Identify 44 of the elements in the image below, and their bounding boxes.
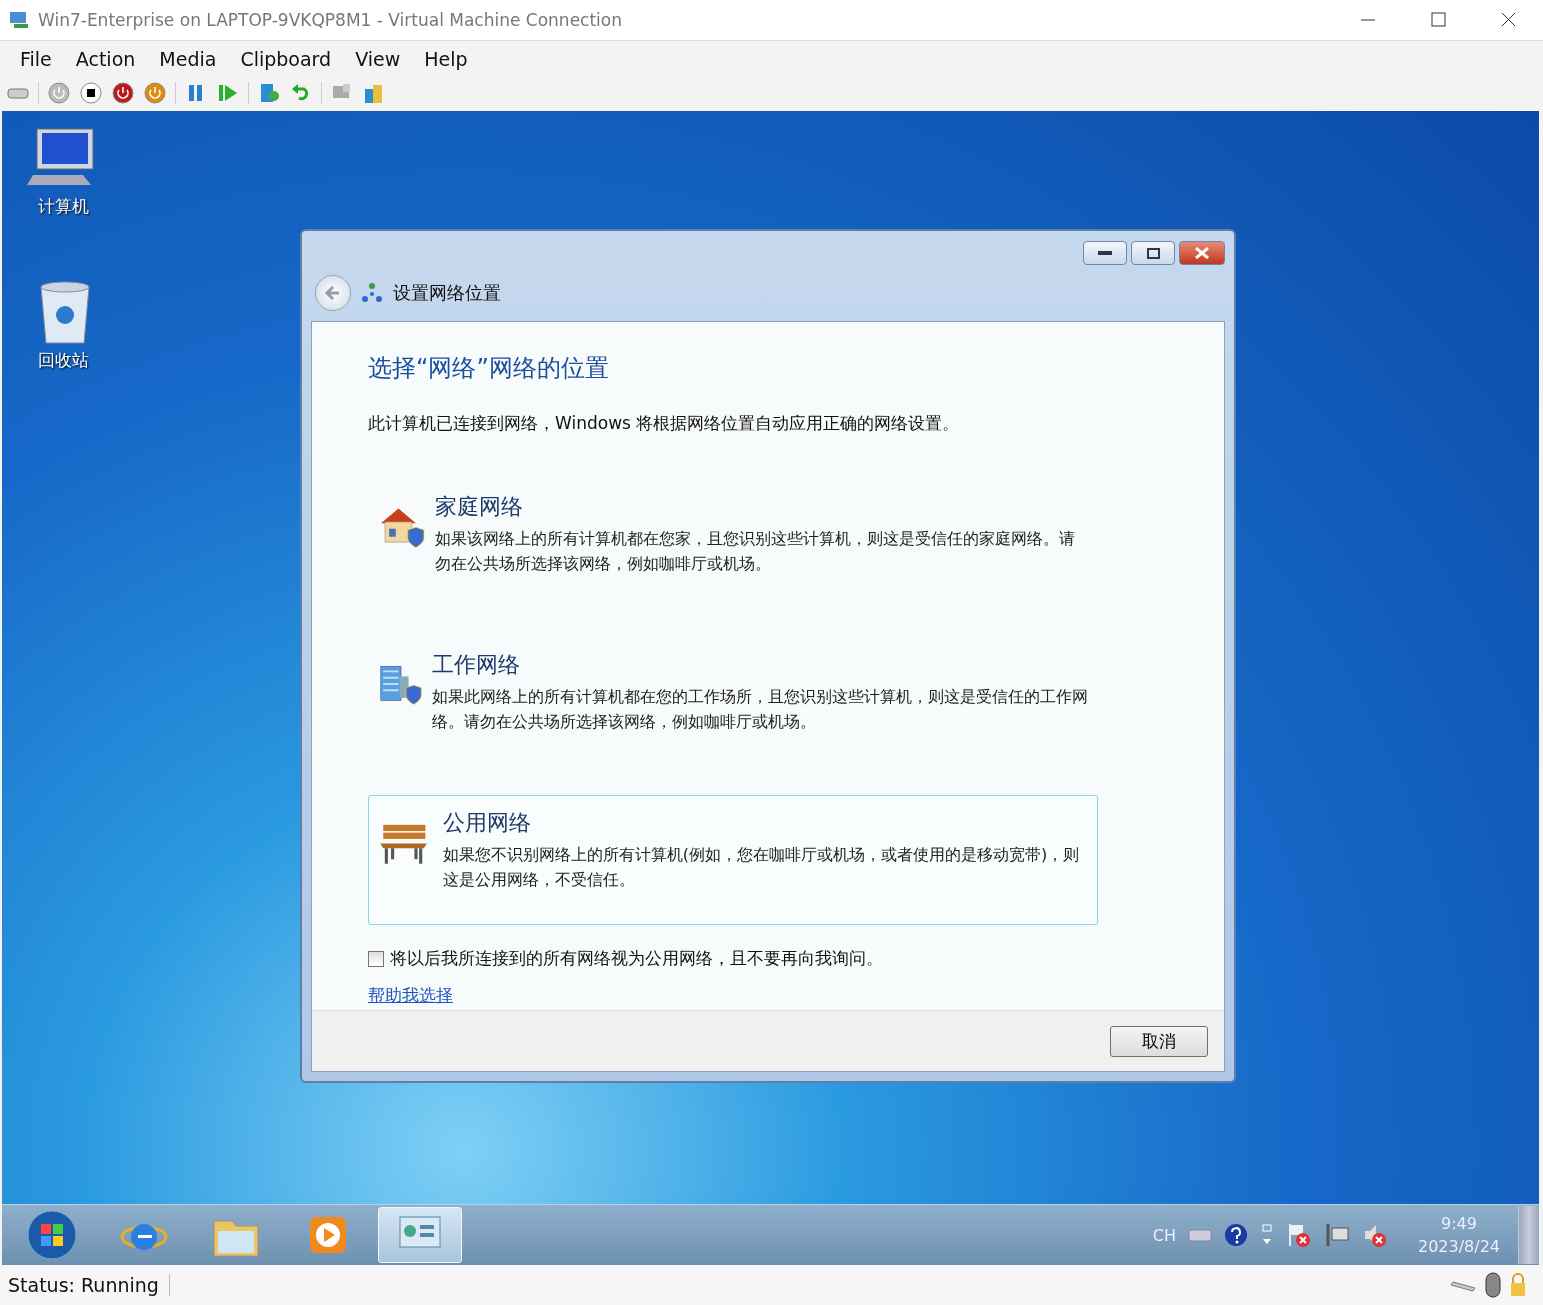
menu-item[interactable]: File [8,48,64,70]
stop-icon[interactable] [79,81,103,105]
close-button[interactable] [1179,241,1225,265]
checkbox[interactable] [368,950,384,967]
back-button[interactable] [315,275,351,311]
desktop-icon-label[interactable]: 计算机 [37,195,89,218]
option-title: 家庭网络 [434,493,524,521]
minimize-button[interactable] [1083,241,1127,265]
option-title: 公用网络 [442,809,532,837]
option-description: 如果此网络上的所有计算机都在您的工作场所，且您识别这些计算机，则这是受信任的工作网络。请勿在公共场所选择该网络，例如咖啡厅或机场。 [431,686,1089,733]
vm-app-icon [8,10,30,30]
desktop-icon-label[interactable]: 回收站 [37,349,89,372]
mouse-icon [1485,1272,1501,1298]
menu-item[interactable]: Clipboard [228,48,344,70]
help-link[interactable]: 帮助我选择 [368,984,453,1007]
network-option[interactable]: 家庭网络 如果该网络上的所有计算机都在您家，且您识别这些计算机，则这是受信任的家庭网络。请勿在公共场所选择该网络，例如咖啡厅或机场。 [368,479,1098,609]
taskbar-button[interactable] [378,1207,462,1263]
window-title: Win7-Enterprise on LAPTOP-9VKQP8M1 - Virtual Machine Connection [38,10,623,30]
help-icon[interactable] [1223,1223,1248,1247]
close-icon [1195,247,1209,259]
menu-item[interactable]: Action [63,48,148,70]
menu-item[interactable]: View [343,48,413,70]
minimize-icon [1098,251,1112,255]
dialog-heading: 选择“网络”网络的位置 [368,353,610,384]
network-icon [361,282,383,304]
maximize-button[interactable] [1131,241,1175,265]
checkbox-label[interactable]: 将以后我所连接到的所有网络视为公用网络，且不要再向我询问。 [390,947,883,970]
menu-item[interactable]: Help [412,48,480,70]
intro-text: 此计算机已连接到网络，Windows 将根据网络位置自动应用正确的网络设置。 [368,412,961,435]
power-icon[interactable] [111,81,135,105]
network-option[interactable]: 公用网络 如果您不识别网络上的所有计算机(例如，您在咖啡厅或机场，或者使用的是移动宽带)，则这是公用网络，不受信任。 [368,795,1098,925]
maximize-icon [1146,247,1160,259]
navigation-title: 设置网络位置 [393,281,501,305]
power-icon[interactable] [47,81,71,105]
option-title: 工作网络 [431,651,521,679]
padlock-icon [1509,1272,1527,1298]
network-option[interactable]: 工作网络 如果此网络上的所有计算机都在您的工作场所，且您识别这些计算机，则这是受信任的工作网络。请勿在公共场所选择该网络，例如咖啡厅或机场。 [368,637,1098,767]
menu-item[interactable]: Media [147,48,229,70]
status-text: Status: Running [8,1274,170,1296]
power-icon[interactable] [143,81,167,105]
cancel-button[interactable]: 取消 [1110,1025,1208,1057]
start-orb-icon [26,1209,78,1261]
option-description: 如果该网络上的所有计算机都在您家，且您识别这些计算机，则这是受信任的家庭网络。请勿在公共场所选择该网络，例如咖啡厅或机场。 [434,528,1076,575]
option-description: 如果您不识别网络上的所有计算机(例如，您在咖啡厅或机场，或者使用的是移动宽带)，则这是公用网络，不受信任。 [442,844,1081,891]
